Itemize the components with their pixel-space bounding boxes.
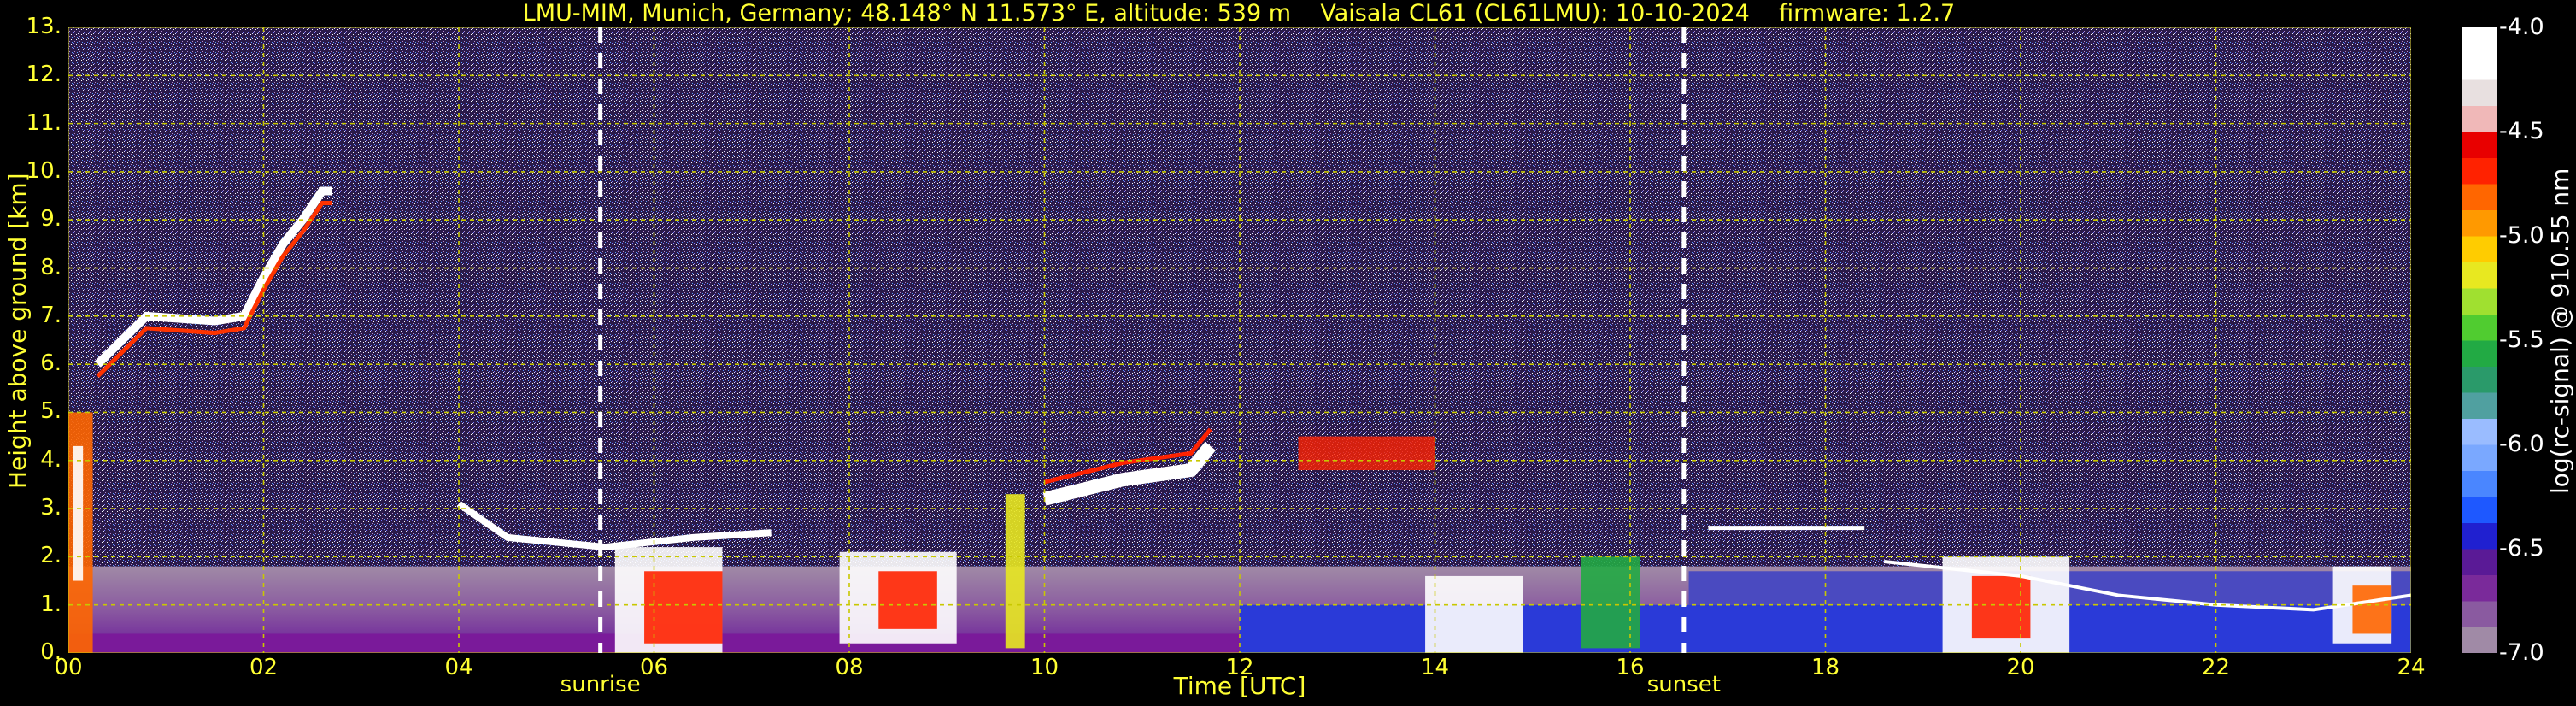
y-tick-label: 11. xyxy=(26,109,62,136)
sunset-label: sunset xyxy=(1646,672,1721,697)
colorbar-tick-label: -7.0 xyxy=(2499,639,2544,666)
y-axis-label: Height above ground [km] xyxy=(3,173,32,489)
colorbar-segment xyxy=(2462,601,2497,627)
colorbar-segment xyxy=(2462,340,2497,367)
x-tick-label: 00 xyxy=(54,655,83,680)
x-axis-label: Time [UTC] xyxy=(1173,672,1306,700)
x-tick-label: 10 xyxy=(1030,655,1059,680)
colorbar-segment xyxy=(2462,549,2497,575)
colorbar-segment xyxy=(2462,209,2497,237)
x-tick-label: 14 xyxy=(1420,655,1450,680)
colorbar-segment xyxy=(2462,132,2497,158)
x-tick-label: 04 xyxy=(444,655,473,680)
colorbar-segment xyxy=(2462,236,2497,262)
colorbar-segment xyxy=(2462,470,2497,497)
colorbar-segment xyxy=(2462,27,2497,54)
x-tick-label: 02 xyxy=(249,655,279,680)
colorbar-tick-label: -6.5 xyxy=(2499,535,2544,562)
y-tick-label: 3. xyxy=(40,495,62,521)
colorbar-tick-label: -4.0 xyxy=(2499,14,2544,40)
colorbar-segment xyxy=(2462,497,2497,523)
colorbar-tick-label: -5.5 xyxy=(2499,327,2544,353)
plot-area xyxy=(68,27,2411,653)
x-tick-label: 20 xyxy=(2006,655,2035,680)
colorbar-segment xyxy=(2462,53,2497,80)
x-tick-label: 22 xyxy=(2201,655,2231,680)
colorbar-segment xyxy=(2462,184,2497,210)
colorbar-segment xyxy=(2462,262,2497,289)
colorbar-segment xyxy=(2462,288,2497,315)
sunrise-label: sunrise xyxy=(560,672,641,697)
colorbar-segment xyxy=(2462,392,2497,419)
colorbar xyxy=(2462,27,2497,653)
x-tick-label: 18 xyxy=(1810,655,1840,680)
ceilometer-chart: LMU-MIM, Munich, Germany; 48.148° N 11.5… xyxy=(0,0,2576,706)
colorbar-tick-label: -4.5 xyxy=(2499,118,2544,144)
colorbar-segment xyxy=(2462,105,2497,132)
colorbar-tick-label: -6.0 xyxy=(2499,431,2544,457)
chart-title: LMU-MIM, Munich, Germany; 48.148° N 11.5… xyxy=(522,0,1956,26)
x-tick-label: 24 xyxy=(2397,655,2426,680)
y-tick-label: 1. xyxy=(40,591,62,617)
colorbar-segment xyxy=(2462,366,2497,393)
colorbar-segment xyxy=(2462,522,2497,550)
y-tick-label: 2. xyxy=(40,543,62,569)
colorbar-label: log(rc-signal) @ 910.55 nm xyxy=(2546,168,2574,494)
colorbar-segment xyxy=(2462,314,2497,341)
y-tick-label: 13. xyxy=(26,14,62,39)
x-tick-label: 08 xyxy=(835,655,864,680)
colorbar-segment xyxy=(2462,574,2497,602)
colorbar-segment xyxy=(2462,157,2497,185)
colorbar-segment xyxy=(2462,444,2497,471)
colorbar-segment xyxy=(2462,627,2497,653)
colorbar-tick-label: -5.0 xyxy=(2499,222,2544,249)
colorbar-segment xyxy=(2462,79,2497,106)
y-tick-label: 12. xyxy=(26,62,62,88)
colorbar-segment xyxy=(2462,418,2497,445)
